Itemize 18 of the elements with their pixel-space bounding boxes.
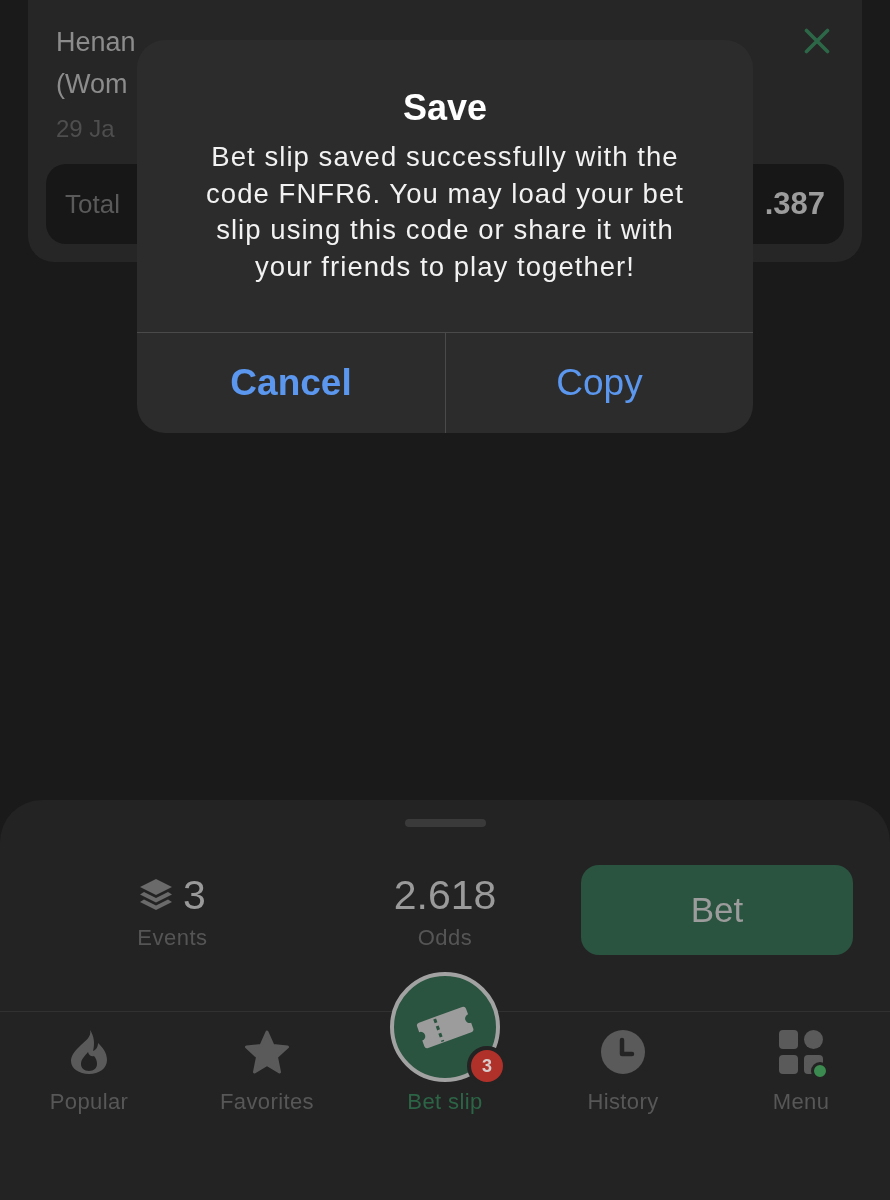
- flame-icon: [71, 1030, 107, 1074]
- dialog-message: Bet slip saved successfully with the code FNFR6. You may load your bet slip using this code or share it with your friends to play together!: [205, 140, 685, 285]
- total-odds-value: .387: [764, 186, 825, 222]
- event-title: (Wom: [56, 68, 128, 101]
- star-icon: [244, 1030, 290, 1074]
- bet-button[interactable]: Bet: [581, 865, 853, 955]
- nav-tab[interactable]: Bet slip 3: [356, 972, 534, 1115]
- event-title: Henan: [56, 26, 136, 59]
- total-label: Total: [65, 188, 120, 220]
- clock-icon: [601, 1030, 645, 1074]
- layers-icon: [139, 878, 174, 912]
- odds-value: 2.618: [393, 873, 497, 917]
- copy-button[interactable]: Copy: [445, 333, 753, 433]
- cancel-button[interactable]: Cancel: [137, 333, 445, 433]
- close-icon[interactable]: [804, 28, 830, 54]
- events-count: 3: [183, 873, 206, 917]
- grid-icon: [779, 1030, 823, 1074]
- dialog-title: Save: [402, 87, 488, 129]
